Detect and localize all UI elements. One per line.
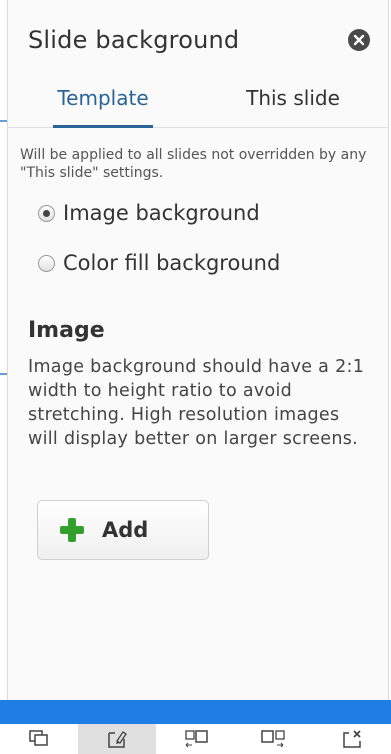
slide-background-panel: Slide background Template This slide Wil… (7, 0, 389, 700)
slide-toolbar (0, 724, 391, 754)
radio-button-checked[interactable] (38, 204, 55, 222)
panel-title: Slide background (28, 26, 240, 54)
slide-background-icon (108, 731, 128, 748)
duplicate-slide-icon (29, 730, 48, 746)
move-slide-right-icon (260, 730, 285, 748)
image-section-description: Image background should have a 2:1 width… (28, 357, 365, 449)
rail-marker (0, 373, 7, 375)
rail-marker (0, 120, 7, 122)
duplicate-slide-button[interactable] (0, 724, 78, 754)
move-slide-right-button[interactable] (235, 724, 313, 754)
close-x-glyph (353, 34, 365, 46)
left-rail (0, 0, 7, 754)
delete-slide-button[interactable] (313, 724, 391, 754)
template-note: Will be applied to all slides not overri… (20, 147, 367, 181)
radio-label: Color fill background (63, 251, 281, 275)
close-icon[interactable] (348, 29, 370, 51)
tab-bar: Template This slide (8, 80, 388, 128)
move-slide-left-button[interactable] (156, 724, 234, 754)
plus-icon (60, 518, 84, 542)
bottom-accent-bar (0, 700, 391, 724)
move-slide-left-icon (184, 730, 208, 748)
radio-label: Image background (63, 201, 260, 225)
add-image-button[interactable]: Add (37, 500, 209, 560)
add-button-label: Add (102, 518, 149, 542)
delete-slide-icon (343, 730, 361, 748)
radio-button-unchecked[interactable] (38, 254, 55, 272)
image-section-title: Image (28, 318, 105, 343)
slide-background-button[interactable] (78, 724, 157, 754)
app-frame: Slide background Template This slide Wil… (0, 0, 391, 754)
radio-image-background[interactable]: Image background (8, 198, 388, 228)
tab-template[interactable]: Template (8, 80, 198, 128)
panel-header: Slide background (8, 0, 388, 80)
tab-this-slide[interactable]: This slide (198, 80, 388, 127)
radio-color-fill-background[interactable]: Color fill background (8, 248, 388, 278)
